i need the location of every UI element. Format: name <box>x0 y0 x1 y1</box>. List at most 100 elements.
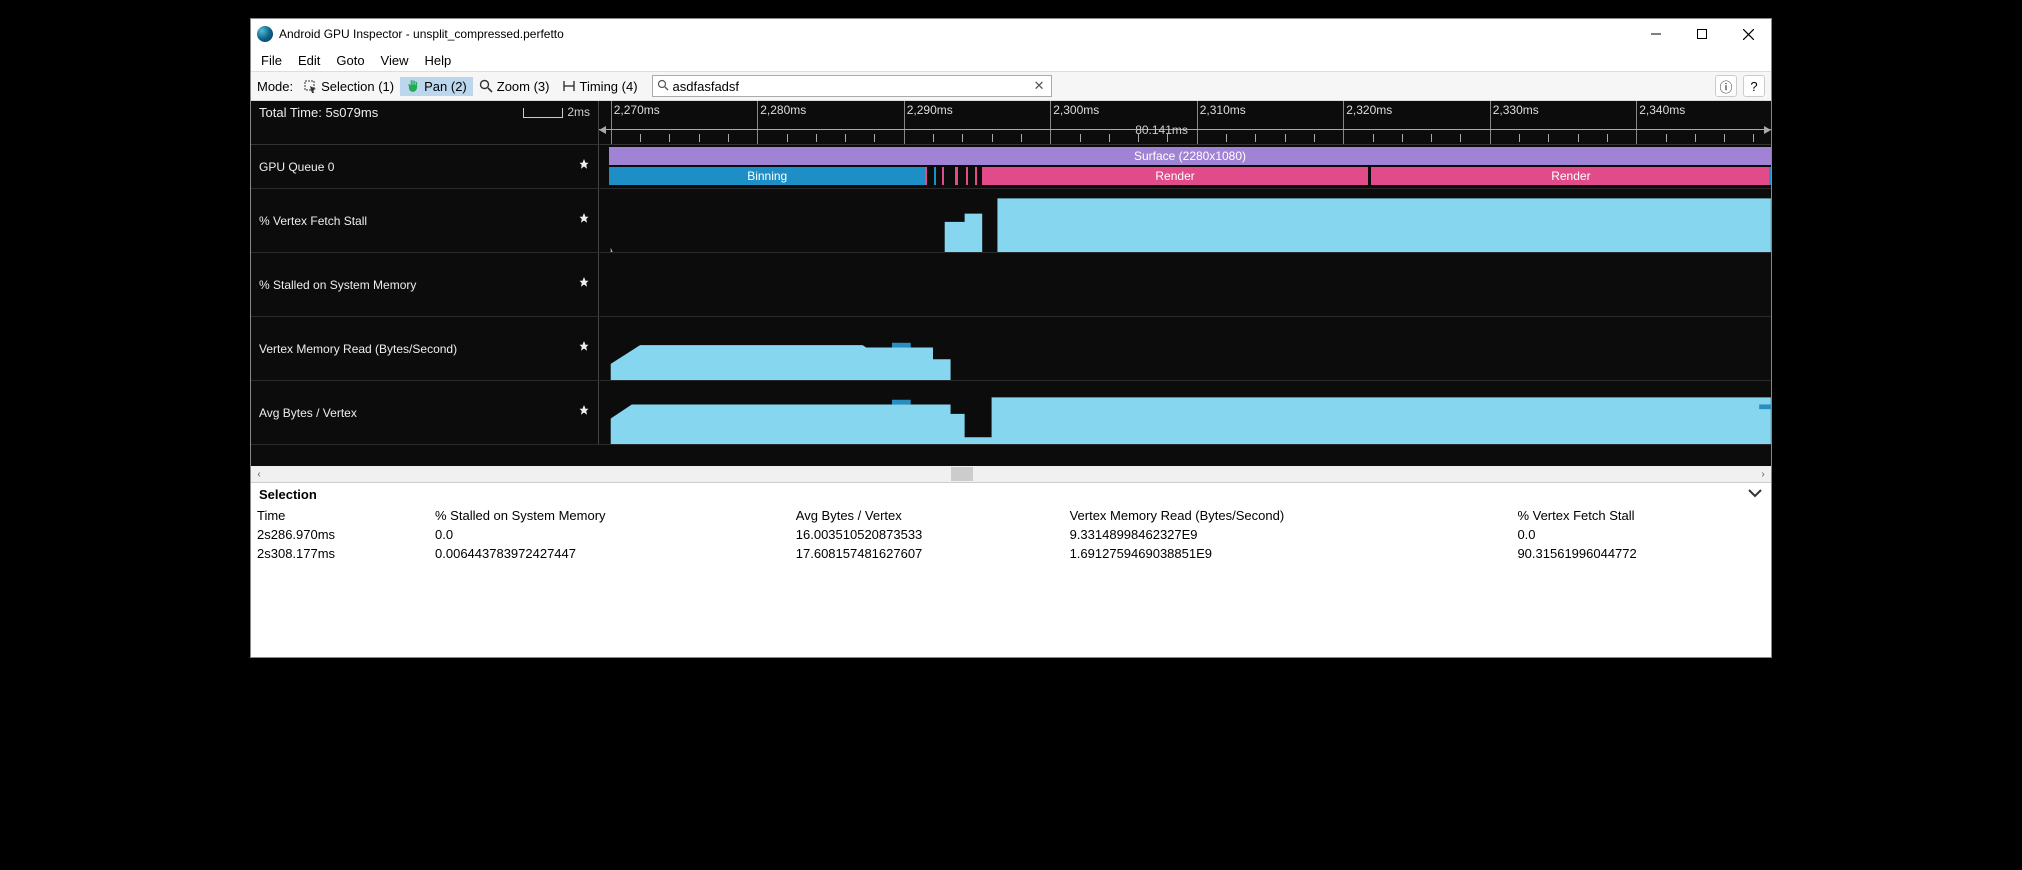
help-button[interactable]: ? <box>1743 75 1765 97</box>
gpu-queue-track[interactable]: Surface (2280x1080) Binning Render Rende… <box>599 145 1771 188</box>
cell-stalled: 0.0 <box>429 525 790 544</box>
cell-vfs: 0.0 <box>1511 525 1771 544</box>
pass-strip[interactable] <box>934 167 936 185</box>
mode-timing-label: Timing (4) <box>580 79 638 94</box>
pass-strip[interactable] <box>925 167 927 185</box>
mode-selection-button[interactable]: Selection (1) <box>297 77 400 96</box>
mode-pan-button[interactable]: Pan (2) <box>400 77 473 96</box>
pin-button[interactable] <box>578 213 590 228</box>
ruler-tick-label: 2,340ms <box>1639 103 1685 117</box>
menu-file[interactable]: File <box>255 51 288 70</box>
ruler-tick-label: 2,300ms <box>1053 103 1099 117</box>
col-avg-bytes-vertex[interactable]: Avg Bytes / Vertex <box>790 506 1064 525</box>
menubar: File Edit Goto View Help <box>251 49 1771 71</box>
col-vertex-mem-read[interactable]: Vertex Memory Read (Bytes/Second) <box>1064 506 1512 525</box>
mode-pan-label: Pan (2) <box>424 79 467 94</box>
track-label-stalled-sys-mem: % Stalled on System Memory <box>259 278 416 292</box>
track-label-gpu-queue: GPU Queue 0 <box>259 160 334 174</box>
minimize-button[interactable] <box>1633 19 1679 49</box>
selection-cursor-icon <box>303 79 317 93</box>
track-label-avg-bytes-vertex: Avg Bytes / Vertex <box>259 406 357 420</box>
cell-time: 2s286.970ms <box>251 525 429 544</box>
graph-avg-bytes-vertex[interactable] <box>599 381 1771 444</box>
pass-binning[interactable]: Binning <box>609 167 925 185</box>
menu-edit[interactable]: Edit <box>292 51 326 70</box>
mode-zoom-label: Zoom (3) <box>497 79 550 94</box>
scale-indicator: 2ms <box>523 105 590 119</box>
mode-selection-label: Selection (1) <box>321 79 394 94</box>
ruler-tick-label: 2,320ms <box>1346 103 1392 117</box>
scroll-right-icon[interactable]: › <box>1755 469 1771 480</box>
pin-button[interactable] <box>578 341 590 356</box>
pin-button[interactable] <box>578 159 590 174</box>
selection-table: Time % Stalled on System Memory Avg Byte… <box>251 506 1771 563</box>
pass-strip[interactable] <box>975 167 977 185</box>
close-button[interactable] <box>1725 19 1771 49</box>
range-label: 80.141ms <box>1135 123 1188 137</box>
cell-vmr: 9.33148998462327E9 <box>1064 525 1512 544</box>
search-input[interactable] <box>673 79 1028 94</box>
ruler-tick-label: 2,280ms <box>760 103 806 117</box>
selection-title: Selection <box>259 487 317 502</box>
col-stalled-sys-mem[interactable]: % Stalled on System Memory <box>429 506 790 525</box>
table-row[interactable]: 2s308.177ms 0.006443783972427447 17.6081… <box>251 544 1771 563</box>
cell-vfs: 90.31561996044772 <box>1511 544 1771 563</box>
ruler-tick-label: 2,290ms <box>907 103 953 117</box>
info-button[interactable]: ⓘ <box>1715 75 1737 97</box>
search-clear-button[interactable]: ✕ <box>1028 78 1051 94</box>
ruler-tick-label: 2,270ms <box>614 103 660 117</box>
mode-label: Mode: <box>257 79 293 94</box>
pass-render-1[interactable]: Render <box>982 167 1369 185</box>
timing-icon <box>562 79 576 93</box>
pin-button[interactable] <box>578 405 590 420</box>
window-title: Android GPU Inspector - unsplit_compress… <box>279 27 564 41</box>
horizontal-scrollbar[interactable]: ‹ › <box>251 466 1771 482</box>
scroll-thumb[interactable] <box>951 467 973 481</box>
pin-button[interactable] <box>578 277 590 292</box>
maximize-button[interactable] <box>1679 19 1725 49</box>
selection-header[interactable]: Selection <box>251 483 1771 506</box>
mode-zoom-button[interactable]: Zoom (3) <box>473 77 556 96</box>
ruler-tick-label: 2,310ms <box>1200 103 1246 117</box>
menu-goto[interactable]: Goto <box>330 51 370 70</box>
pass-strip[interactable] <box>942 167 944 185</box>
surface-bar[interactable]: Surface (2280x1080) <box>609 147 1771 165</box>
pass-render-2[interactable]: Render <box>1371 167 1771 185</box>
hand-icon <box>406 79 420 93</box>
track-label-vertex-mem-read: Vertex Memory Read (Bytes/Second) <box>259 342 457 356</box>
pass-strip[interactable] <box>1769 167 1771 185</box>
scroll-track[interactable] <box>267 467 1755 481</box>
timeline-header-left: Total Time: 5s079ms 2ms <box>251 101 599 144</box>
cell-avg-bytes: 17.608157481627607 <box>790 544 1064 563</box>
app-icon <box>257 26 273 42</box>
cell-stalled: 0.006443783972427447 <box>429 544 790 563</box>
ruler-tick-label: 2,330ms <box>1493 103 1539 117</box>
graph-vertex-fetch-stall[interactable] <box>599 189 1771 252</box>
window-frame: Android GPU Inspector - unsplit_compress… <box>250 18 1772 658</box>
search-box[interactable]: ✕ <box>652 75 1052 97</box>
track-label-vertex-fetch-stall: % Vertex Fetch Stall <box>259 214 367 228</box>
table-header-row: Time % Stalled on System Memory Avg Byte… <box>251 506 1771 525</box>
time-ruler[interactable]: 2,270ms 2,280ms 2,290ms 2,300ms 2,310ms 2,320… <box>599 101 1771 144</box>
total-time-label: Total Time: 5s079ms <box>259 105 378 120</box>
pass-strip[interactable] <box>955 167 958 185</box>
graph-stalled-sys-mem[interactable] <box>599 253 1771 316</box>
cell-avg-bytes: 16.003510520873533 <box>790 525 1064 544</box>
search-icon <box>653 79 673 94</box>
col-time[interactable]: Time <box>251 506 429 525</box>
chevron-down-icon[interactable] <box>1747 487 1763 502</box>
pass-strip[interactable] <box>966 167 968 185</box>
titlebar[interactable]: Android GPU Inspector - unsplit_compress… <box>251 19 1771 49</box>
col-vertex-fetch-stall[interactable]: % Vertex Fetch Stall <box>1511 506 1771 525</box>
table-row[interactable]: 2s286.970ms 0.0 16.003510520873533 9.331… <box>251 525 1771 544</box>
menu-view[interactable]: View <box>375 51 415 70</box>
cell-time: 2s308.177ms <box>251 544 429 563</box>
timeline[interactable]: Total Time: 5s079ms 2ms 2,270ms2,280ms2,… <box>251 101 1771 466</box>
scroll-left-icon[interactable]: ‹ <box>251 469 267 480</box>
info-icon: ⓘ <box>1719 77 1732 96</box>
magnifier-icon <box>479 79 493 93</box>
mode-timing-button[interactable]: Timing (4) <box>556 77 644 96</box>
help-icon: ? <box>1750 79 1757 94</box>
graph-vertex-mem-read[interactable] <box>599 317 1771 380</box>
menu-help[interactable]: Help <box>419 51 458 70</box>
